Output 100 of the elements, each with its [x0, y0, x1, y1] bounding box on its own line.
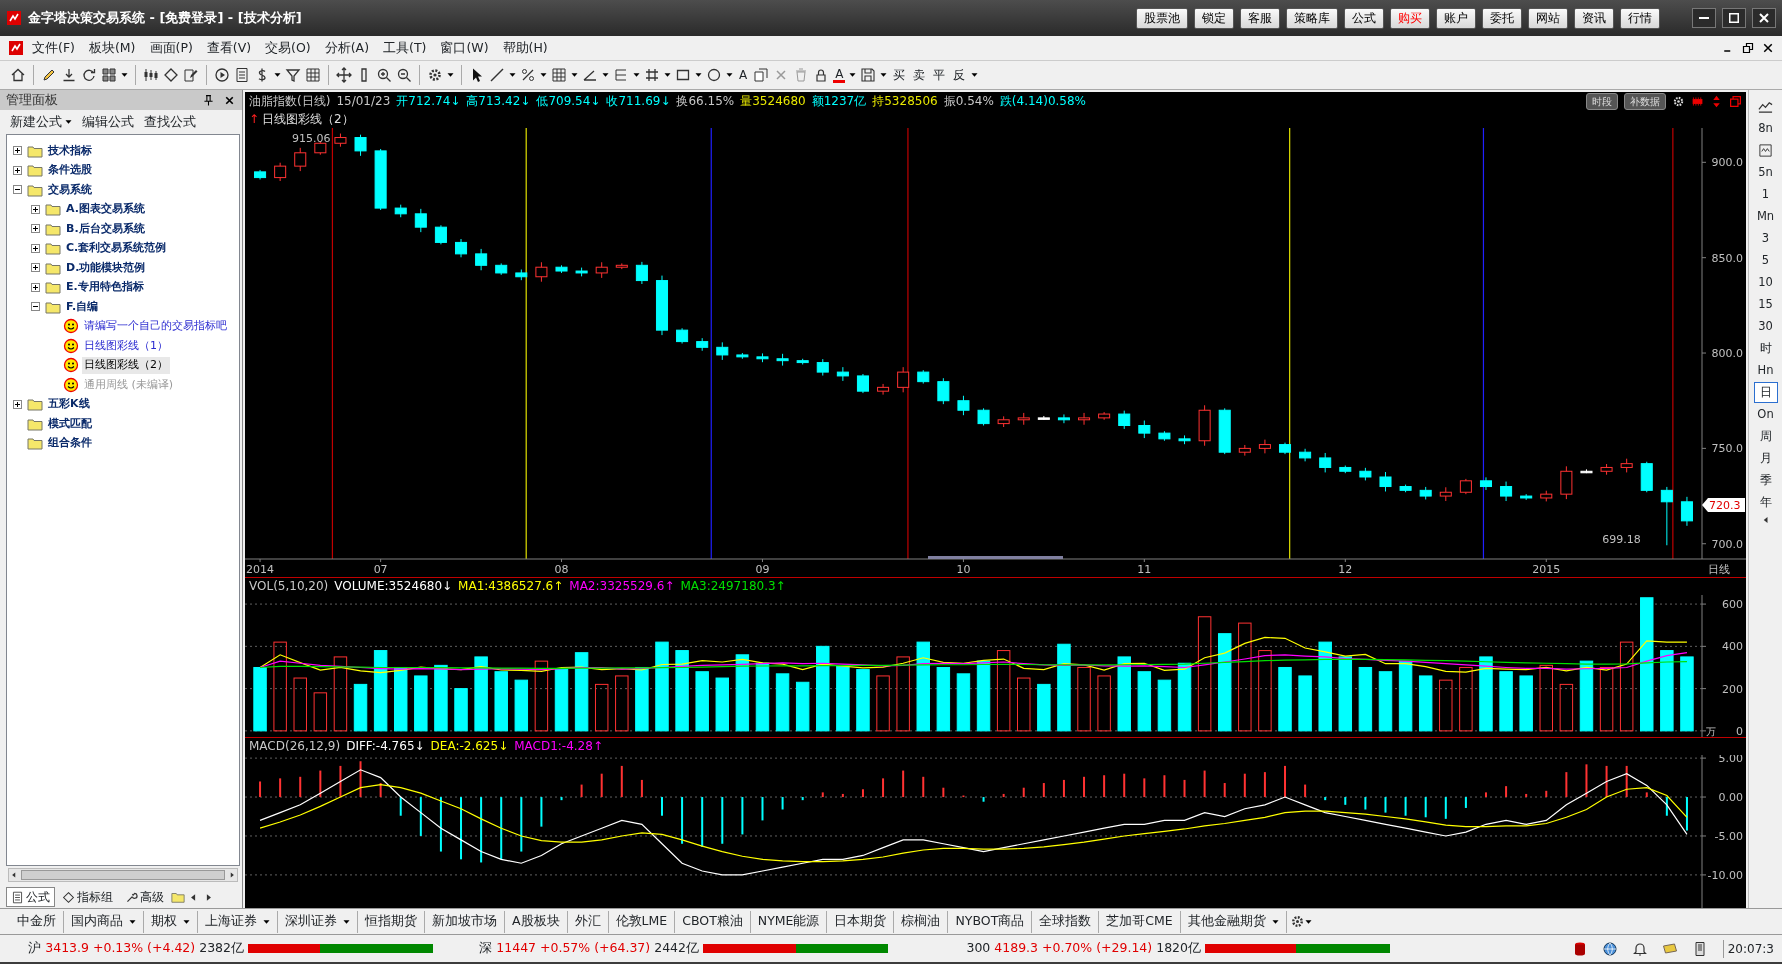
panel-title: 管理面板: [6, 91, 58, 110]
axis-label: 400: [1722, 640, 1743, 654]
period-button[interactable]: Mn: [1753, 206, 1778, 227]
indicator-value: 量3524680: [740, 94, 806, 109]
indicator-value: 低709.54↓: [536, 94, 601, 109]
action-link[interactable]: 查找公式: [144, 112, 196, 132]
toolbar-text-button[interactable]: 反: [951, 66, 968, 84]
tree-item[interactable]: 日线图彩线（1）: [82, 337, 170, 354]
market-tab[interactable]: 其他金融期货: [1180, 910, 1287, 933]
tree-item[interactable]: C.套利交易系统范例: [64, 240, 169, 257]
menu-item[interactable]: 文件(F): [26, 38, 81, 58]
market-tab[interactable]: CBOT粮油: [675, 910, 751, 933]
turnover: 2382亿: [199, 939, 244, 958]
tree-item[interactable]: B.后台交易系统: [64, 220, 147, 237]
toolbar-button[interactable]: 资讯: [1574, 7, 1614, 29]
menu-item[interactable]: 分析(A): [318, 38, 375, 58]
market-tab[interactable]: 棕榈油: [894, 910, 949, 933]
period-button[interactable]: 30: [1753, 316, 1778, 337]
axis-label: 10: [956, 563, 971, 576]
period-button[interactable]: 8n: [1753, 118, 1778, 139]
price-tag: 720.3: [1702, 498, 1745, 513]
tree-item[interactable]: F.自编: [64, 298, 101, 315]
period-button[interactable]: Hn: [1753, 360, 1778, 381]
period-button[interactable]: 季: [1753, 470, 1778, 491]
market-tab[interactable]: 日本期货: [827, 910, 895, 933]
tree-item[interactable]: D.功能模块范例: [64, 259, 148, 276]
panel-tab[interactable]: 指标组: [57, 887, 118, 907]
toolbar-button[interactable]: 委托: [1482, 7, 1522, 29]
toolbar-text-button[interactable]: 卖: [911, 66, 928, 84]
toolbar-text-button[interactable]: 买: [891, 66, 908, 84]
tree-item[interactable]: E.专用特色指标: [64, 279, 146, 296]
market-tab[interactable]: 外汇: [567, 910, 609, 933]
panel-tab[interactable]: 高级: [120, 887, 169, 907]
toolbar-button[interactable]: 网站: [1528, 7, 1568, 29]
market-tab[interactable]: 新加坡市场: [425, 910, 505, 933]
axis-label: 750.0: [1711, 442, 1743, 456]
menu-item[interactable]: 帮助(H): [496, 38, 554, 58]
market-tab[interactable]: 中金所: [10, 910, 64, 933]
tree-item[interactable]: 组合条件: [46, 435, 94, 452]
tree-item[interactable]: 模式匹配: [46, 415, 94, 432]
market-tab[interactable]: NYME能源: [750, 910, 828, 933]
period-button[interactable]: 3: [1753, 228, 1778, 249]
menu-item[interactable]: 窗口(W): [434, 38, 495, 58]
chart-button[interactable]: 补数据: [1624, 93, 1666, 110]
toolbar-button[interactable]: 锁定: [1194, 7, 1234, 29]
toolbar-text-button[interactable]: A: [833, 67, 846, 83]
toolbar-button[interactable]: 公式: [1344, 7, 1384, 29]
menu-item[interactable]: 交易(O): [259, 38, 317, 58]
period-button[interactable]: 15: [1753, 294, 1778, 315]
tree-item[interactable]: A.图表交易系统: [64, 201, 147, 218]
market-tab[interactable]: A股板块: [505, 910, 568, 933]
toolbar-button[interactable]: 行情: [1620, 7, 1660, 29]
period-button[interactable]: 5n: [1753, 162, 1778, 183]
panel-tab[interactable]: 公式: [6, 887, 55, 907]
market-tab[interactable]: 期权: [144, 910, 198, 933]
axis-label: 800.0: [1711, 347, 1743, 361]
period-button[interactable]: 5: [1753, 250, 1778, 271]
period-button[interactable]: 1: [1753, 184, 1778, 205]
toolbar-button[interactable]: 策略库: [1286, 7, 1338, 29]
market-tab[interactable]: 伦敦LME: [608, 910, 676, 933]
period-button[interactable]: 月: [1753, 448, 1778, 469]
axis-label: 0: [1736, 724, 1743, 737]
menu-item[interactable]: 板块(M): [82, 38, 142, 58]
period-button[interactable]: On: [1753, 404, 1778, 425]
indicator-value: 高713.42↓: [466, 94, 531, 109]
tree-item[interactable]: 交易系统: [46, 181, 94, 198]
action-link[interactable]: 编辑公式: [82, 112, 134, 132]
menu-item[interactable]: 查看(V): [200, 38, 258, 58]
indicator-name: 日线图彩线（2）: [262, 112, 354, 127]
menu-item[interactable]: 工具(T): [377, 38, 433, 58]
menu-item[interactable]: 画面(P): [143, 38, 199, 58]
period-button[interactable]: 日: [1753, 382, 1778, 403]
period-button[interactable]: 10: [1753, 272, 1778, 293]
market-tab[interactable]: 国内商品: [64, 910, 144, 933]
indicator-value: MA2:3325529.6↑: [569, 579, 675, 594]
market-tab[interactable]: 芝加哥CME: [1099, 910, 1181, 933]
tree-item[interactable]: 技术指标: [46, 142, 94, 159]
market-tab[interactable]: 上海证券: [198, 910, 278, 933]
tree-item[interactable]: 条件选股: [46, 162, 94, 179]
market-tab[interactable]: 全球指数: [1032, 910, 1100, 933]
toolbar-button[interactable]: 股票池: [1136, 7, 1188, 29]
window-title: 金字塔决策交易系统 - [免费登录] - [技术分析]: [28, 9, 302, 28]
toolbar-button[interactable]: 账户: [1436, 7, 1476, 29]
market-tab[interactable]: 恒指期货: [358, 910, 425, 933]
indicator-value: VOLUME:3524680↓: [334, 579, 453, 594]
period-button[interactable]: 年: [1753, 492, 1778, 513]
tree-item[interactable]: 日线图彩线（2）: [82, 357, 170, 374]
period-button[interactable]: 周: [1753, 426, 1778, 447]
period-button[interactable]: 时: [1753, 338, 1778, 359]
action-link[interactable]: 新建公式: [10, 112, 62, 132]
toolbar-button[interactable]: 客服: [1240, 7, 1280, 29]
market-tab[interactable]: NYBOT商品: [948, 910, 1033, 933]
toolbar-text-button[interactable]: A: [737, 66, 750, 84]
market-tab[interactable]: 深圳证券: [278, 910, 358, 933]
index-name: 沪: [28, 939, 42, 958]
tree-item[interactable]: 请编写一个自己的交易指标吧: [82, 318, 229, 335]
toolbar-text-button[interactable]: 平: [931, 66, 948, 84]
chart-button[interactable]: 时段: [1586, 93, 1618, 110]
axis-label: 12: [1338, 563, 1353, 576]
tree-item[interactable]: 五彩K线: [46, 396, 92, 413]
